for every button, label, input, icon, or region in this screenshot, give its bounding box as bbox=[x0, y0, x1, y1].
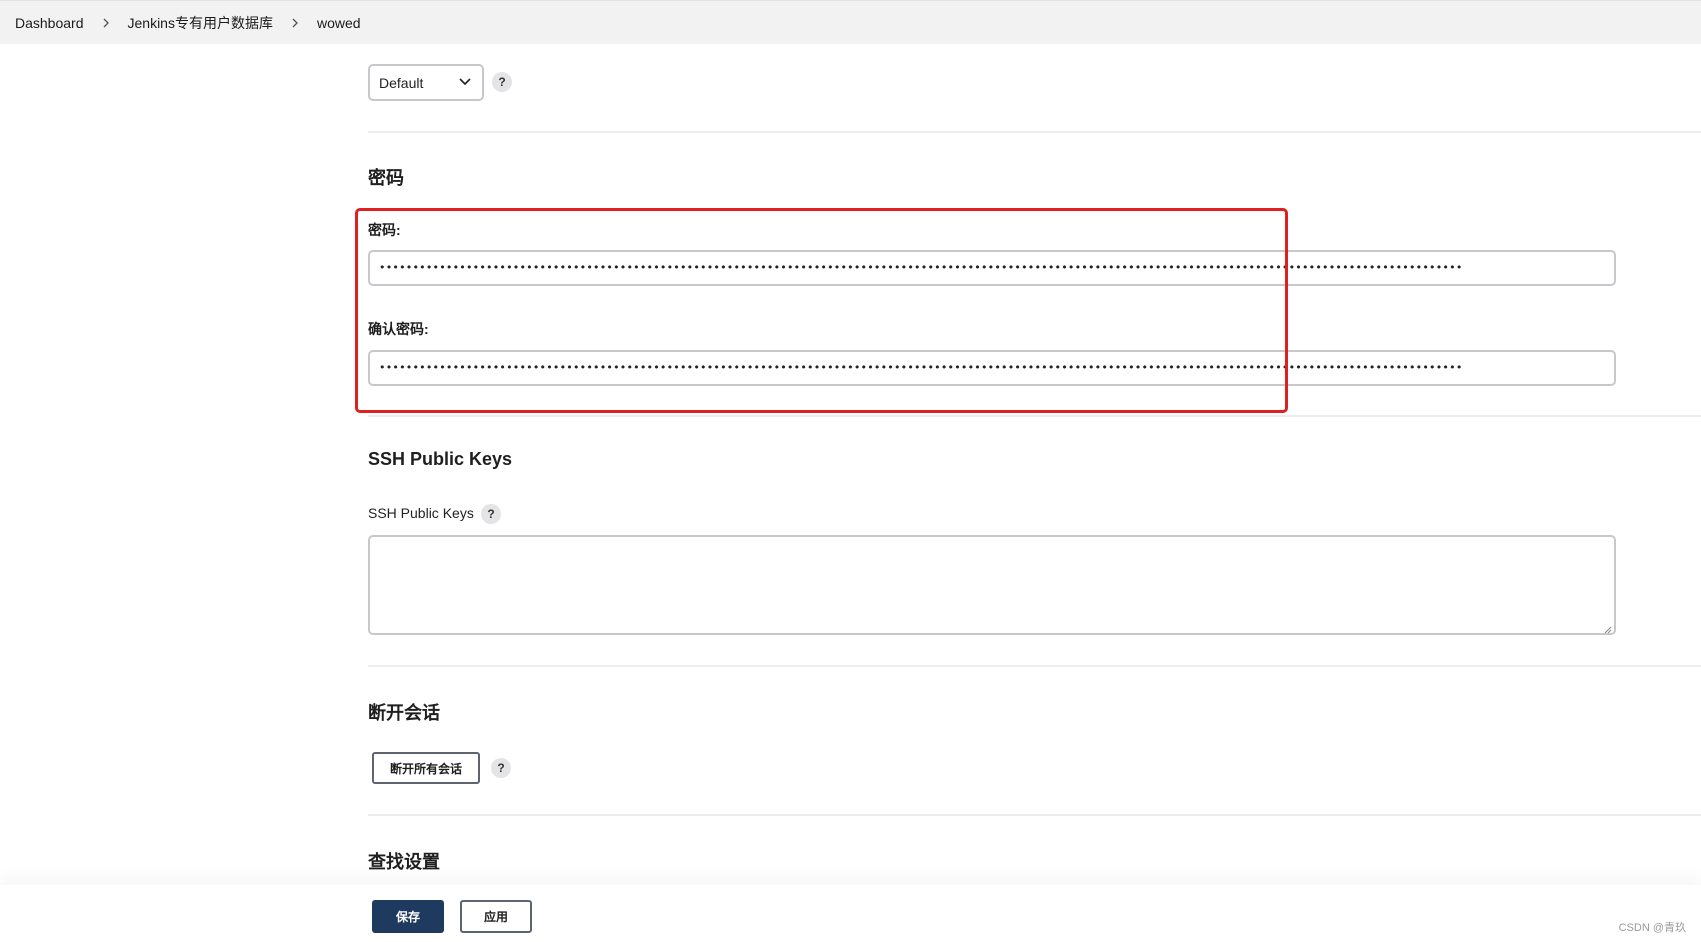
confirm-password-input[interactable]: ••••••••••••••••••••••••••••••••••••••••… bbox=[368, 350, 1616, 386]
ssh-section-title: SSH Public Keys bbox=[368, 449, 513, 469]
save-button[interactable]: 保存 bbox=[372, 900, 444, 933]
bottom-action-bar bbox=[0, 885, 1701, 942]
search-section-title: 查找设置 bbox=[368, 852, 440, 872]
divider bbox=[368, 665, 1701, 667]
chevron-down-icon bbox=[458, 74, 472, 91]
invalidate-sessions-button[interactable]: 断开所有会话 bbox=[372, 752, 480, 784]
watermark: CSDN @青玖 bbox=[1618, 922, 1686, 934]
breadcrumb-user-database[interactable]: Jenkins专有用户数据库 bbox=[128, 13, 273, 33]
confirm-password-label: 确认密码: bbox=[368, 321, 429, 337]
theme-select-value: Default bbox=[379, 74, 424, 91]
breadcrumb-dashboard[interactable]: Dashboard bbox=[15, 15, 84, 31]
apply-button[interactable]: 应用 bbox=[460, 900, 532, 933]
divider bbox=[368, 814, 1701, 816]
divider bbox=[368, 415, 1701, 417]
theme-help-icon[interactable]: ? bbox=[492, 72, 512, 92]
session-help-icon[interactable]: ? bbox=[491, 758, 511, 778]
password-section-title: 密码 bbox=[368, 168, 404, 188]
password-input[interactable]: ••••••••••••••••••••••••••••••••••••••••… bbox=[368, 250, 1616, 286]
theme-select[interactable]: Default bbox=[368, 64, 484, 101]
breadcrumb-user-wowed[interactable]: wowed bbox=[317, 15, 361, 31]
divider bbox=[368, 131, 1701, 133]
resize-grip-icon[interactable] bbox=[1602, 621, 1612, 634]
chevron-right-icon bbox=[283, 15, 307, 31]
chevron-right-icon bbox=[94, 15, 118, 31]
session-section-title: 断开会话 bbox=[368, 703, 440, 723]
ssh-keys-label: SSH Public Keys bbox=[368, 505, 474, 521]
breadcrumb: Dashboard Jenkins专有用户数据库 wowed bbox=[0, 0, 1701, 44]
ssh-keys-textarea[interactable] bbox=[368, 535, 1616, 635]
password-label: 密码: bbox=[368, 222, 401, 238]
ssh-keys-help-icon[interactable]: ? bbox=[481, 504, 501, 524]
